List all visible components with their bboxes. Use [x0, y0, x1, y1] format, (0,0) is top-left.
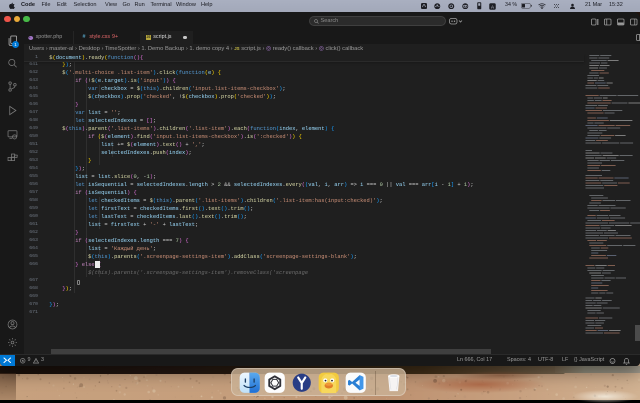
svg-text:A: A — [491, 4, 494, 9]
